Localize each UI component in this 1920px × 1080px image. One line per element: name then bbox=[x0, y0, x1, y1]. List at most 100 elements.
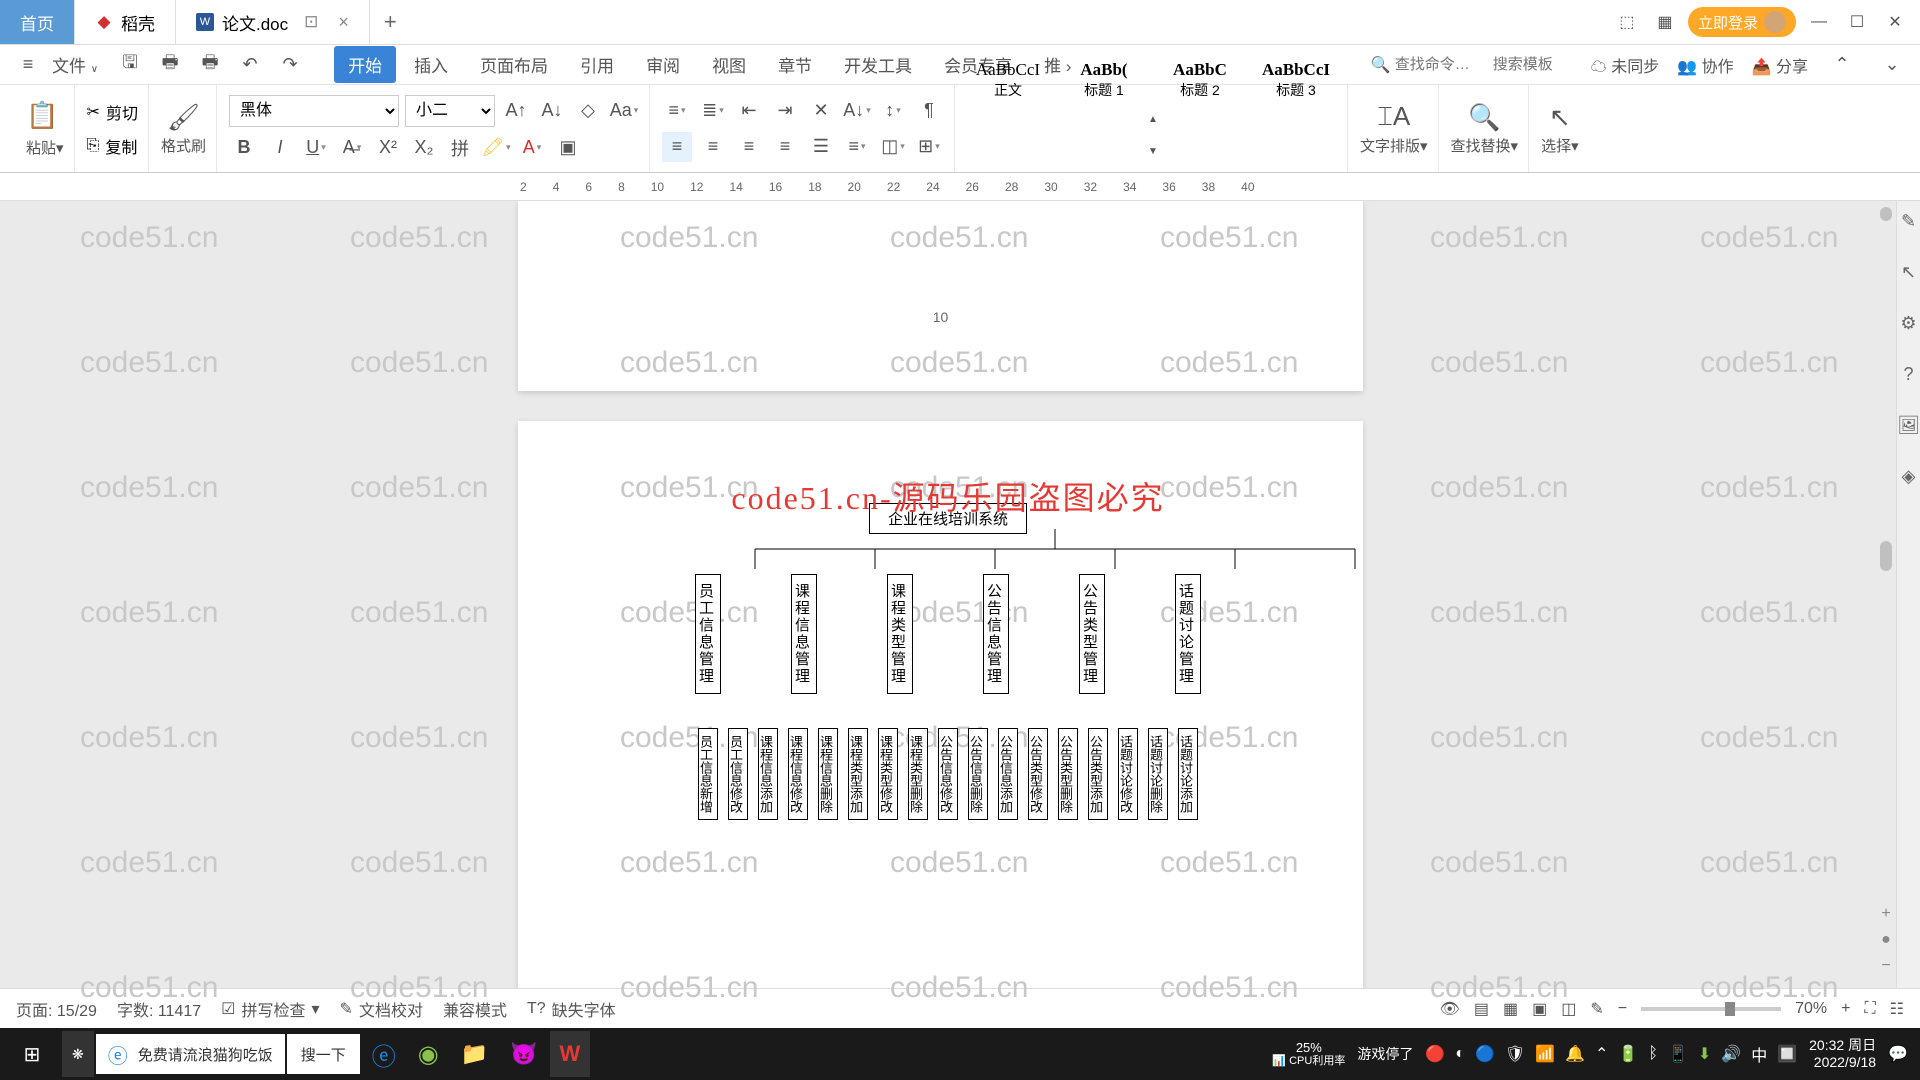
bullets-icon[interactable]: ≡ bbox=[662, 96, 692, 126]
style-up-icon[interactable]: ▲ bbox=[1138, 105, 1168, 135]
menu-icon[interactable]: ≡ bbox=[12, 49, 44, 81]
style-down-icon[interactable]: ▼ bbox=[1138, 137, 1168, 167]
collab-button[interactable]: 👥 协作 bbox=[1677, 53, 1733, 77]
change-case-icon[interactable]: Aa bbox=[609, 96, 639, 126]
notification-icon[interactable]: 💬 bbox=[1888, 1044, 1908, 1064]
collapse-ribbon-icon[interactable]: ⌃ bbox=[1826, 49, 1858, 81]
tray-icon[interactable]: ⌃ bbox=[1595, 1044, 1608, 1064]
line-height-icon[interactable]: ≡ bbox=[842, 132, 872, 162]
print-icon[interactable]: 🖶 bbox=[154, 49, 186, 81]
tray-icon[interactable]: 🛡 bbox=[1505, 1044, 1525, 1064]
save-icon[interactable]: 🖫 bbox=[114, 49, 146, 81]
paste-icon[interactable]: 📋 bbox=[26, 100, 64, 131]
help-tool-icon[interactable]: ? bbox=[1903, 364, 1913, 385]
superscript-icon[interactable]: X² bbox=[373, 133, 403, 163]
numbering-icon[interactable]: ≣ bbox=[698, 96, 728, 126]
underline-icon[interactable]: U bbox=[301, 133, 331, 163]
tray-icon[interactable]: ◐ bbox=[1455, 1045, 1465, 1063]
tray-icon[interactable]: 📱 bbox=[1668, 1044, 1688, 1064]
task-app2[interactable]: 😈 bbox=[500, 1031, 547, 1077]
expand-ribbon-icon[interactable]: ⌄ bbox=[1876, 49, 1908, 81]
dec-indent-icon[interactable]: ⇤ bbox=[734, 96, 764, 126]
tab-devtools[interactable]: 开发工具 bbox=[830, 46, 926, 83]
sync-status[interactable]: ☁ 未同步 bbox=[1591, 53, 1659, 77]
text-layout-group[interactable]: ⌶A 文字排版▾ bbox=[1350, 85, 1439, 172]
misc-icon[interactable]: A↓ bbox=[842, 96, 872, 126]
phonetic-icon[interactable]: 拼 bbox=[445, 133, 475, 163]
tray-icon[interactable]: 🔴 bbox=[1425, 1044, 1445, 1064]
view-page-icon[interactable]: ▤ bbox=[1474, 999, 1489, 1019]
login-button[interactable]: 立即登录 bbox=[1688, 7, 1796, 37]
tab-review[interactable]: 审阅 bbox=[632, 46, 694, 83]
redo-icon[interactable]: ↷ bbox=[274, 49, 306, 81]
bluetooth-icon[interactable]: ᛒ bbox=[1648, 1045, 1658, 1063]
zoom-out-icon[interactable]: − bbox=[1618, 1000, 1627, 1018]
page-indicator[interactable]: 页面: 15/29 bbox=[16, 997, 97, 1021]
layout-icon[interactable]: ⬚ bbox=[1612, 7, 1642, 37]
tray-icon[interactable]: 📶 bbox=[1535, 1044, 1555, 1064]
style-item[interactable]: AaBb(标题 1 bbox=[1057, 59, 1151, 101]
maximize-button[interactable]: ☐ bbox=[1842, 7, 1872, 37]
align-left-icon[interactable]: ≡ bbox=[662, 132, 692, 162]
pen-tool-icon[interactable]: ✎ bbox=[1901, 211, 1916, 232]
ime-icon[interactable]: 中 bbox=[1751, 1042, 1767, 1066]
tile-icon[interactable]: ☷ bbox=[1890, 999, 1904, 1019]
task-edge[interactable]: ⓔ bbox=[362, 1031, 406, 1077]
volume-icon[interactable]: 🔊 bbox=[1721, 1044, 1741, 1064]
view-web-icon[interactable]: ▦ bbox=[1503, 999, 1518, 1019]
ruler[interactable]: 246810121416182022242628303234363840 bbox=[0, 173, 1920, 201]
ink-icon[interactable]: ✎ bbox=[1590, 999, 1603, 1019]
align-right-icon[interactable]: ≡ bbox=[734, 132, 764, 162]
share-button[interactable]: 📤 分享 bbox=[1752, 53, 1808, 77]
scroll-minus-icon[interactable]: − bbox=[1881, 957, 1890, 975]
tab-start[interactable]: 开始 bbox=[334, 46, 396, 83]
cpu-widget[interactable]: 25% 📊 CPU利用率 bbox=[1272, 1041, 1345, 1067]
new-tab-button[interactable]: + bbox=[370, 0, 411, 44]
paste-label[interactable]: 粘贴▾ bbox=[26, 137, 64, 158]
char-border-icon[interactable]: ▣ bbox=[553, 133, 583, 163]
font-name-select[interactable]: 黑体 bbox=[229, 95, 399, 127]
style-item[interactable]: AaBbCcI正文 bbox=[961, 59, 1055, 101]
word-count[interactable]: 字数: 11417 bbox=[117, 997, 201, 1021]
tab-chapter[interactable]: 章节 bbox=[764, 46, 826, 83]
spell-check[interactable]: ☑ 拼写检查 ▾ bbox=[221, 997, 319, 1021]
grow-font-icon[interactable]: A↑ bbox=[501, 96, 531, 126]
settings-tool-icon[interactable]: ⚙ bbox=[1900, 313, 1916, 334]
view-outline-icon[interactable]: ▣ bbox=[1532, 999, 1547, 1019]
diamond-tool-icon[interactable]: ◈ bbox=[1902, 466, 1916, 487]
align-center-icon[interactable]: ≡ bbox=[698, 132, 728, 162]
grid-icon[interactable]: ▦ bbox=[1650, 7, 1680, 37]
file-menu[interactable]: 文件 ∨ bbox=[52, 52, 98, 77]
cursor-tool-icon[interactable]: ↖ bbox=[1901, 262, 1916, 283]
undo-icon[interactable]: ↶ bbox=[234, 49, 266, 81]
search-command[interactable]: 🔍 bbox=[1371, 55, 1475, 75]
image-tool-icon[interactable]: 🖼 bbox=[1897, 415, 1920, 436]
shading-icon[interactable]: ◫ bbox=[878, 132, 908, 162]
line-space-icon[interactable]: ↕ bbox=[878, 96, 908, 126]
border-icon[interactable]: ⊞ bbox=[914, 132, 944, 162]
font-size-select[interactable]: 小二 bbox=[405, 95, 495, 127]
zoom-in-icon[interactable]: + bbox=[1841, 1000, 1850, 1018]
tab-reference[interactable]: 引用 bbox=[566, 46, 628, 83]
align-distribute-icon[interactable]: ☰ bbox=[806, 132, 836, 162]
clock[interactable]: 20:32 周日 2022/9/18 bbox=[1809, 1037, 1876, 1071]
missing-font[interactable]: T? 缺失字体 bbox=[527, 997, 616, 1021]
scroll-thumb[interactable] bbox=[1880, 541, 1892, 571]
style-item[interactable]: AaBbC标题 2 bbox=[1153, 59, 1247, 101]
tray-icon[interactable]: 🔔 bbox=[1565, 1044, 1585, 1064]
task-files[interactable]: 📁 bbox=[451, 1031, 498, 1077]
tab-view[interactable]: 视图 bbox=[698, 46, 760, 83]
subscript-icon[interactable]: X₂ bbox=[409, 133, 439, 163]
bold-icon[interactable]: B bbox=[229, 133, 259, 163]
format-brush[interactable]: 🖌 格式刷 bbox=[151, 85, 217, 172]
task-app1[interactable]: ❋ bbox=[62, 1031, 94, 1077]
zoom-level[interactable]: 70% bbox=[1795, 1000, 1827, 1018]
search-template[interactable] bbox=[1493, 56, 1573, 73]
tab-insert[interactable]: 插入 bbox=[400, 46, 462, 83]
task-search[interactable]: 搜一下 bbox=[287, 1034, 360, 1074]
tab-document[interactable]: W 论文.doc ⊡ × bbox=[176, 0, 370, 44]
scroll-plus-icon[interactable]: + bbox=[1881, 905, 1890, 923]
clear-format-icon[interactable]: ◇ bbox=[573, 96, 603, 126]
minimize-button[interactable]: — bbox=[1804, 7, 1834, 37]
italic-icon[interactable]: I bbox=[265, 133, 295, 163]
